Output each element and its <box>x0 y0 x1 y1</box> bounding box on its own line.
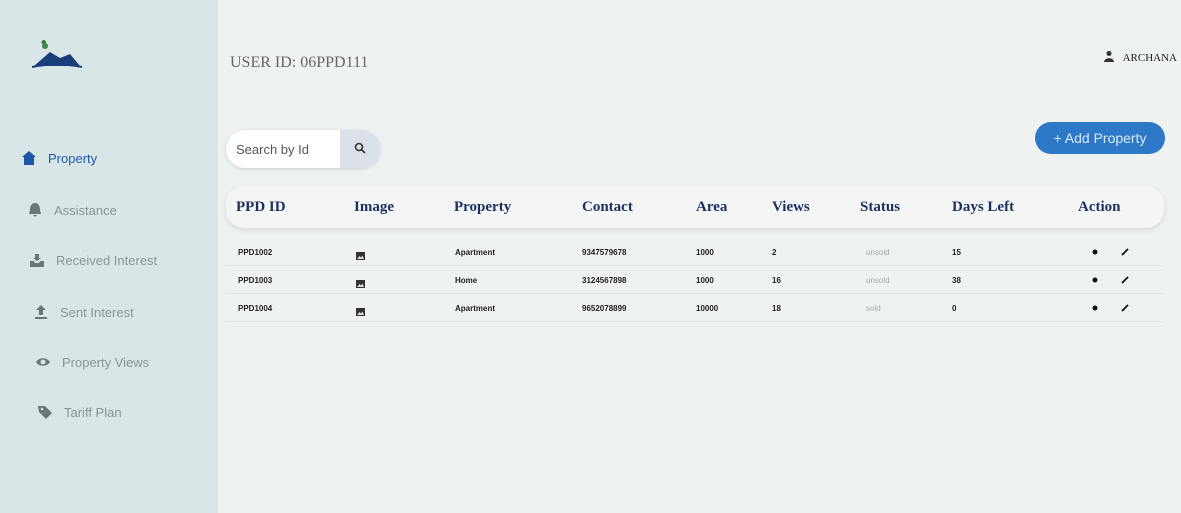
edit-icon[interactable] <box>1120 300 1130 312</box>
sidebar: Property Assistance Received Interest Se… <box>0 0 218 513</box>
eye-icon <box>34 353 52 371</box>
column-header-image: Image <box>354 199 394 215</box>
cell-area: 10000 <box>696 304 719 313</box>
logo <box>28 36 84 74</box>
cell-ppd-id: PPD1002 <box>238 248 273 257</box>
view-icon[interactable] <box>1090 244 1100 255</box>
cell-views: 18 <box>772 304 781 313</box>
sidebar-item-property-views[interactable]: Property Views <box>34 347 149 377</box>
sidebar-item-tariff-plan[interactable]: Tariff Plan <box>36 397 122 427</box>
search-icon <box>354 142 366 157</box>
sidebar-item-property[interactable]: Property <box>20 143 97 173</box>
search-input[interactable] <box>226 130 340 168</box>
column-header-views: Views <box>772 199 810 215</box>
home-icon <box>20 149 38 167</box>
add-property-button[interactable]: + Add Property <box>1035 122 1165 154</box>
user-name: ARCHANA <box>1122 51 1177 64</box>
user-menu[interactable]: ARCHANA <box>1103 50 1177 65</box>
table-row: PPD1003 Home 3124567898 1000 16 unsold 3… <box>226 266 1164 294</box>
cell-days-left: 0 <box>952 304 957 313</box>
cell-views: 16 <box>772 276 781 285</box>
image-icon[interactable] <box>356 275 365 288</box>
column-header-status: Status <box>860 199 901 215</box>
cell-property: Apartment <box>455 248 496 257</box>
cell-status: unsold <box>866 276 890 285</box>
cell-ppd-id: PPD1004 <box>238 304 273 313</box>
sidebar-item-label: Property <box>48 150 98 166</box>
column-header-contact: Contact <box>582 199 633 215</box>
cell-days-left: 38 <box>952 276 961 285</box>
user-icon <box>1103 50 1115 65</box>
sidebar-item-label: Assistance <box>54 202 117 218</box>
view-icon[interactable] <box>1090 272 1100 283</box>
cell-property: Apartment <box>455 304 496 313</box>
table-row: PPD1004 Apartment 9652078899 10000 18 so… <box>226 294 1164 322</box>
table-header: PPD ID Image Property Contact Area Views… <box>226 186 1164 228</box>
search-button[interactable] <box>340 130 380 168</box>
sidebar-item-received-interest[interactable]: Received Interest <box>28 245 157 275</box>
cell-contact: 3124567898 <box>582 276 627 285</box>
upload-icon <box>32 303 50 321</box>
sidebar-item-label: Property Views <box>62 354 150 370</box>
cell-contact: 9652078899 <box>582 304 627 313</box>
view-icon[interactable] <box>1090 300 1100 311</box>
cell-area: 1000 <box>696 248 714 257</box>
column-header-days-left: Days Left <box>952 199 1015 215</box>
image-icon[interactable] <box>356 303 365 316</box>
bell-icon <box>26 201 44 219</box>
edit-icon[interactable] <box>1120 272 1130 284</box>
sidebar-item-sent-interest[interactable]: Sent Interest <box>32 297 134 327</box>
cell-property: Home <box>455 276 478 285</box>
tag-icon <box>36 403 54 421</box>
inbox-icon <box>28 251 46 269</box>
sidebar-item-assistance[interactable]: Assistance <box>26 195 117 225</box>
cell-ppd-id: PPD1003 <box>238 276 273 285</box>
cell-contact: 9347579678 <box>582 248 627 257</box>
table-row: PPD1002 Apartment 9347579678 1000 2 unso… <box>226 238 1164 266</box>
search-box <box>226 130 380 168</box>
column-header-area: Area <box>696 199 728 215</box>
image-icon[interactable] <box>356 247 365 260</box>
cell-views: 2 <box>772 248 777 257</box>
edit-icon[interactable] <box>1120 244 1130 256</box>
main-content: USER ID: 06PPD111 ARCHANA + Add Property… <box>218 0 1181 513</box>
column-header-property: Property <box>454 199 512 215</box>
user-id: USER ID: 06PPD111 <box>230 54 369 71</box>
sidebar-item-label: Sent Interest <box>60 304 134 320</box>
cell-status: sold <box>866 304 881 313</box>
sidebar-item-label: Tariff Plan <box>64 404 122 420</box>
cell-days-left: 15 <box>952 248 961 257</box>
column-header-action: Action <box>1078 199 1121 215</box>
sidebar-item-label: Received Interest <box>56 252 158 268</box>
cell-status: unsold <box>866 248 890 257</box>
column-header-ppd-id: PPD ID <box>236 199 286 215</box>
cell-area: 1000 <box>696 276 714 285</box>
